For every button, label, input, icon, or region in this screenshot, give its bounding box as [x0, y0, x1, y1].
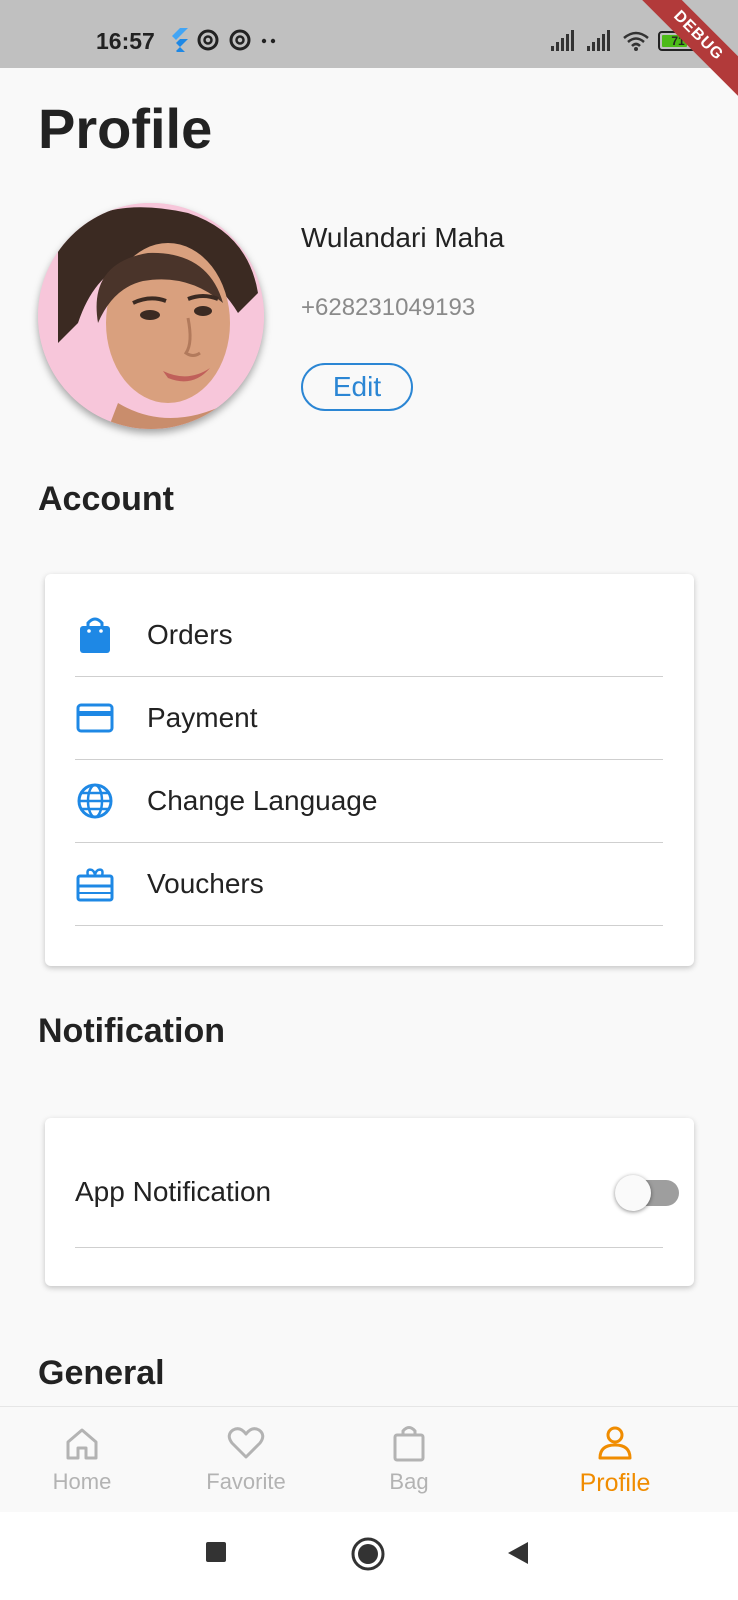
nav-item-profile[interactable]: Profile: [555, 1421, 675, 1498]
notification-card: App Notification: [45, 1118, 694, 1286]
menu-item-label: Payment: [147, 702, 258, 733]
account-card: Orders Payment Change Language Vouchers: [45, 574, 694, 966]
menu-item-label: Change Language: [147, 785, 378, 816]
toggle-thumb: [615, 1175, 651, 1211]
app-notification-row: App Notification: [75, 1118, 679, 1248]
nav-item-bag[interactable]: Bag: [349, 1421, 469, 1495]
shopping-bag-icon: [75, 615, 115, 655]
at-sign-icon: [197, 29, 219, 51]
page-title: Profile: [38, 97, 213, 160]
system-navigation-bar: [0, 1512, 738, 1600]
nav-label: Profile: [579, 1469, 651, 1497]
flutter-icon: [172, 28, 188, 52]
nav-label: Favorite: [206, 1469, 286, 1494]
status-notification-icons: [170, 28, 278, 52]
signal-icon: [551, 30, 574, 51]
heart-icon: [186, 1421, 306, 1465]
voucher-icon: [75, 864, 115, 904]
home-system-button[interactable]: [350, 1536, 386, 1577]
home-icon: [22, 1421, 142, 1465]
back-button[interactable]: [506, 1540, 530, 1571]
menu-item-payment[interactable]: Payment: [75, 677, 663, 760]
nav-item-home[interactable]: Home: [22, 1421, 142, 1495]
user-phone: +628231049193: [301, 294, 476, 321]
nav-label: Home: [52, 1469, 112, 1494]
more-dots-icon: [261, 38, 276, 44]
recents-button[interactable]: [204, 1540, 228, 1569]
square-icon: [206, 1542, 226, 1562]
notification-section-title: Notification: [38, 1012, 225, 1050]
app-notification-label: App Notification: [75, 1176, 272, 1207]
edit-profile-button[interactable]: Edit: [301, 363, 413, 411]
general-section-title: General: [38, 1354, 165, 1392]
signal-icon-2: [587, 30, 610, 51]
nav-label: Bag: [389, 1469, 429, 1494]
menu-item-change-language[interactable]: Change Language: [75, 760, 663, 843]
back-triangle-icon: [508, 1542, 528, 1564]
status-bar: 16:57 71 DEBUG: [0, 0, 738, 103]
account-section-title: Account: [38, 480, 174, 518]
nav-item-favorite[interactable]: Favorite: [186, 1421, 306, 1495]
globe-icon: [75, 781, 115, 821]
avatar-image: [38, 203, 264, 429]
menu-item-label: Orders: [147, 619, 233, 650]
wifi-icon: [623, 31, 649, 51]
bottom-navigation: Home Favorite Bag Profile: [0, 1406, 738, 1512]
menu-item-vouchers[interactable]: Vouchers: [75, 843, 663, 926]
credit-card-icon: [75, 698, 115, 738]
avatar: [38, 203, 264, 429]
app-notification-toggle[interactable]: [615, 1175, 679, 1211]
circle-icon: [351, 1537, 385, 1571]
status-time: 16:57: [96, 28, 155, 54]
user-name: Wulandari Maha: [301, 222, 505, 253]
menu-item-label: Vouchers: [147, 868, 264, 899]
bag-icon: [349, 1421, 469, 1465]
at-sign-icon-2: [229, 29, 251, 51]
menu-item-orders[interactable]: Orders: [75, 594, 663, 677]
person-icon: [555, 1421, 675, 1465]
